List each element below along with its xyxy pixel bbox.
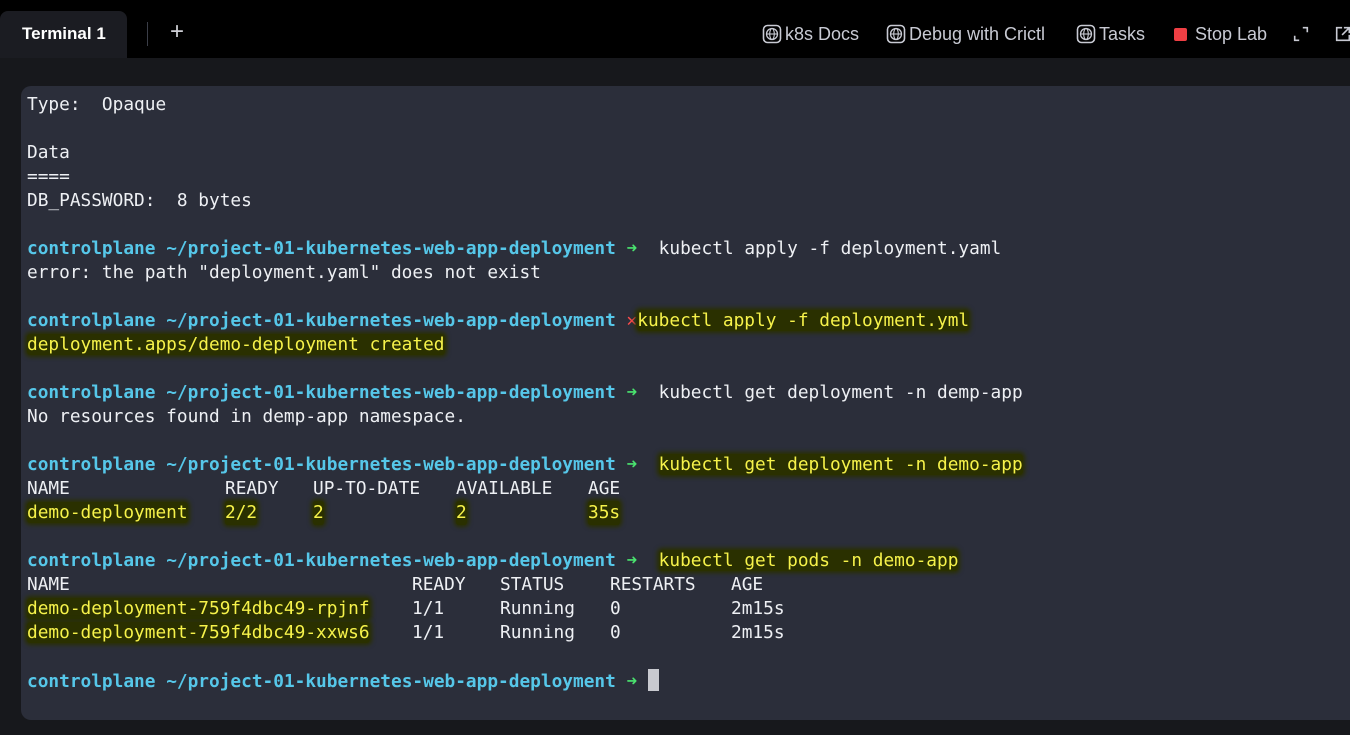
cell-ready: 1/1 <box>412 622 445 643</box>
cell-status: Running <box>500 622 575 643</box>
table-header: NAME READY UP-TO-DATE AVAILABLE AGE <box>27 477 620 501</box>
external-link-icon <box>1335 26 1350 42</box>
col-ready: READY <box>412 574 466 595</box>
prompt-path: ~/project-01-kubernetes-web-app-deployme… <box>166 238 616 259</box>
col-restarts: RESTARTS <box>610 574 696 595</box>
k8s-docs-button[interactable]: k8s Docs <box>762 22 859 46</box>
cell-name: demo-deployment <box>27 502 188 523</box>
col-age: AGE <box>731 574 764 595</box>
globe-icon <box>762 24 782 44</box>
arrow-icon: ➜ <box>626 382 638 403</box>
open-external-button[interactable] <box>1334 22 1350 46</box>
stop-lab-button[interactable]: Stop Lab <box>1174 22 1267 46</box>
table-row: demo-deployment-759f4dbc49-rpjnf 1/1 Runni… <box>27 597 785 621</box>
prompt-host: controlplane <box>27 550 156 571</box>
cell-name: demo-deployment-759f4dbc49-xxws6 <box>27 622 370 643</box>
tasks-label: Tasks <box>1099 23 1146 44</box>
error-x-icon: ✕ <box>626 310 638 331</box>
tab-terminal-1[interactable]: Terminal 1 <box>0 11 127 58</box>
prompt-path: ~/project-01-kubernetes-web-app-deployme… <box>166 454 616 475</box>
cell-age: 35s <box>588 501 621 525</box>
prompt-host: controlplane <box>27 454 156 475</box>
command-text: kubectl get deployment -n demp-app <box>658 382 1023 403</box>
globe-icon <box>1076 24 1096 44</box>
arrow-icon: ➜ <box>626 550 638 571</box>
cell-restarts: 0 <box>610 598 621 619</box>
command-text: kubectl get pods -n demo-app <box>658 550 959 571</box>
k8s-docs-label: k8s Docs <box>785 23 860 44</box>
top-bar: Terminal 1 + k8s Docs Debug with Crictl … <box>0 0 1350 58</box>
col-name: NAME <box>27 478 70 499</box>
col-available: AVAILABLE <box>456 478 553 499</box>
output-line: error: the path "deployment.yaml" does n… <box>27 262 541 283</box>
debug-crictl-label: Debug with Crictl <box>909 23 1046 44</box>
output-line: deployment.apps/demo-deployment created <box>27 333 445 357</box>
output-text: deployment.apps/demo-deployment created <box>27 334 445 355</box>
table-header: NAME READY STATUS RESTARTS AGE <box>27 573 763 597</box>
tasks-button[interactable]: Tasks <box>1076 22 1145 46</box>
command-text: kubectl get deployment -n demo-app <box>658 454 1023 475</box>
cell-status: Running <box>500 598 575 619</box>
output-line: Type: Opaque <box>27 94 167 115</box>
tab-label: Terminal 1 <box>22 24 106 43</box>
prompt-path: ~/project-01-kubernetes-web-app-deployme… <box>166 382 616 403</box>
output-line: Data <box>27 142 70 163</box>
prompt-host: controlplane <box>27 238 156 259</box>
cell-ready: 1/1 <box>412 598 445 619</box>
prompt-line: controlplane ~/project-01-kubernetes-web… <box>27 237 1001 261</box>
plus-icon[interactable]: + <box>170 18 184 46</box>
table-row: demo-deployment 2/2 2 2 35s <box>27 501 621 525</box>
table-row: demo-deployment-759f4dbc49-xxws6 1/1 Runni… <box>27 621 785 645</box>
col-ready: READY <box>225 478 279 499</box>
globe-icon <box>886 24 906 44</box>
debug-crictl-button[interactable]: Debug with Crictl <box>886 22 1045 46</box>
command-text: kubectl apply -f deployment.yml <box>637 310 970 331</box>
col-uptodate: UP-TO-DATE <box>313 478 421 499</box>
cell-uptodate: 2 <box>313 501 324 525</box>
cell-age: 2m15s <box>731 622 785 643</box>
arrow-icon: ➜ <box>626 454 638 475</box>
tab-divider <box>147 22 148 46</box>
expand-icon <box>1293 26 1309 42</box>
output-line: ==== <box>27 166 70 187</box>
prompt-line: controlplane ~/project-01-kubernetes-web… <box>27 309 970 333</box>
cell-available: 2 <box>456 501 467 525</box>
arrow-icon: ➜ <box>626 238 638 259</box>
col-status: STATUS <box>500 574 565 595</box>
arrow-icon: ➜ <box>626 671 638 692</box>
prompt-line: controlplane ~/project-01-kubernetes-web… <box>27 453 1023 477</box>
prompt-line: controlplane ~/project-01-kubernetes-web… <box>27 381 1023 405</box>
prompt-path: ~/project-01-kubernetes-web-app-deployme… <box>166 310 616 331</box>
col-name: NAME <box>27 574 70 595</box>
col-age: AGE <box>588 478 621 499</box>
cell-restarts: 0 <box>610 622 621 643</box>
terminal-cursor[interactable] <box>647 669 659 691</box>
prompt-host: controlplane <box>27 671 156 692</box>
stop-icon <box>1174 27 1187 41</box>
prompt-host: controlplane <box>27 382 156 403</box>
prompt-line: controlplane ~/project-01-kubernetes-web… <box>27 549 959 573</box>
stop-lab-label: Stop Lab <box>1195 23 1268 44</box>
cell-age: 2m15s <box>731 598 785 619</box>
cell-name: demo-deployment-759f4dbc49-rpjnf <box>27 598 370 619</box>
output-line: DB_PASSWORD: 8 bytes <box>27 190 252 211</box>
cell-ready: 2/2 <box>225 501 258 525</box>
output-line: No resources found in demp-app namespace… <box>27 406 466 427</box>
prompt-host: controlplane <box>27 310 156 331</box>
prompt-path: ~/project-01-kubernetes-web-app-deployme… <box>166 671 616 692</box>
prompt-line[interactable]: controlplane ~/project-01-kubernetes-web… <box>27 669 659 693</box>
prompt-path: ~/project-01-kubernetes-web-app-deployme… <box>166 550 616 571</box>
command-text: kubectl apply -f deployment.yaml <box>658 238 1002 259</box>
fullscreen-button[interactable] <box>1292 22 1313 46</box>
